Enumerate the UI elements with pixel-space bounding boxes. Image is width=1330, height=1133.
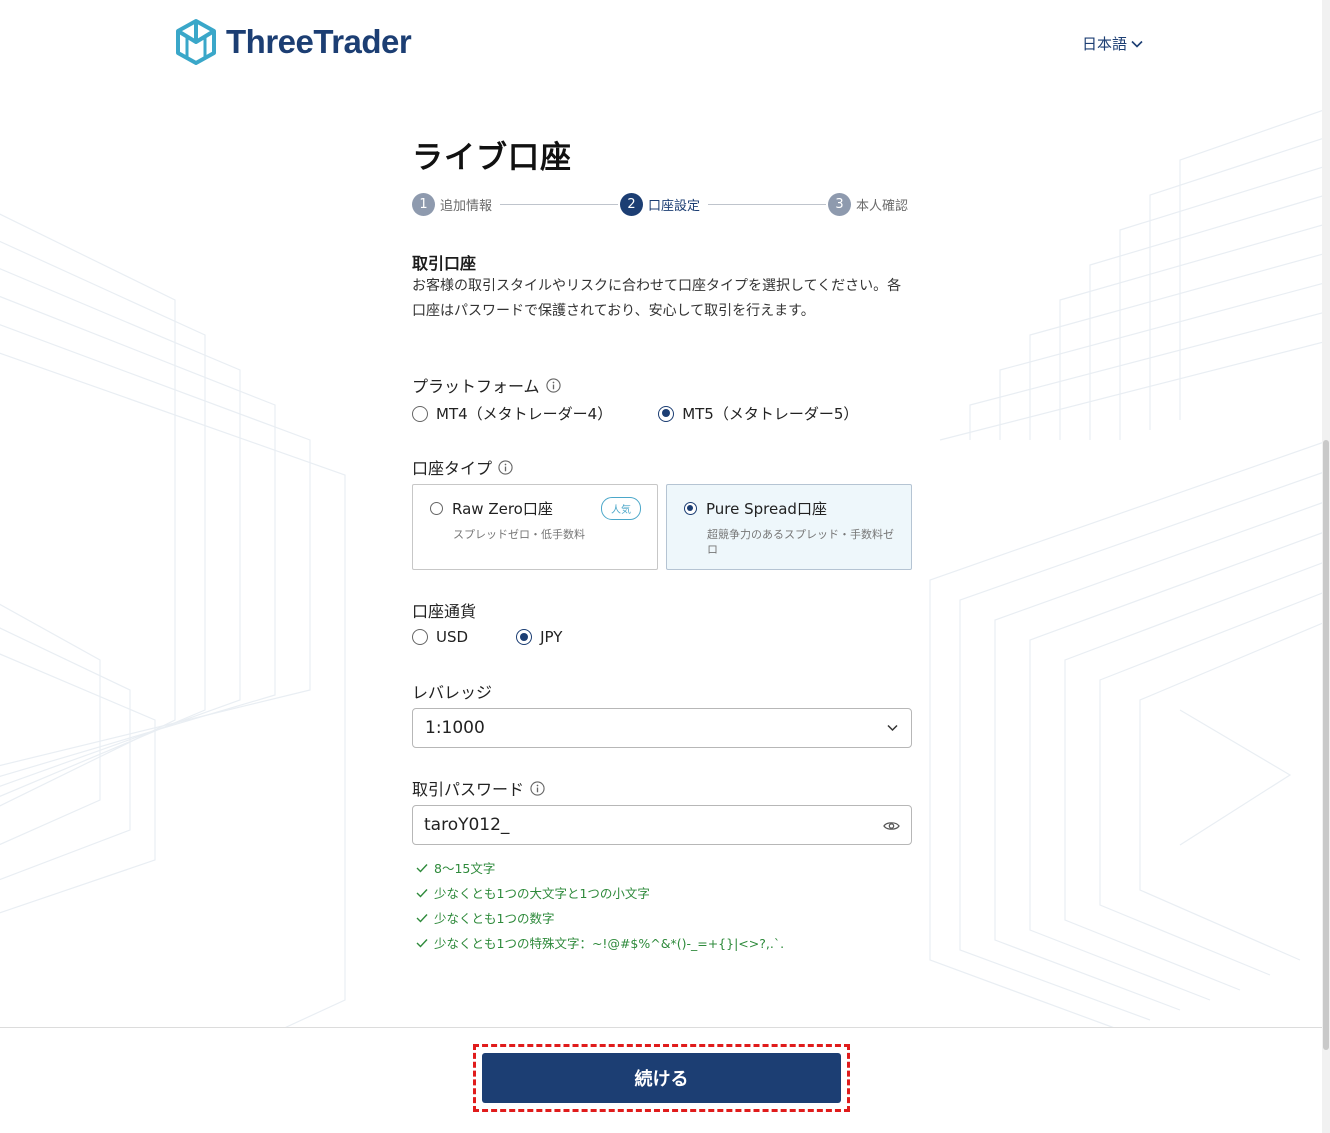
brand-name: ThreeTrader — [226, 23, 412, 60]
info-icon[interactable] — [545, 377, 561, 393]
currency-label: 口座通貨 — [412, 598, 476, 622]
radio-mt5[interactable] — [658, 405, 675, 422]
account-card-raw-zero[interactable]: Raw Zero口座 人気 スプレッドゼロ・低手数料 — [412, 484, 658, 570]
password-rule-text: 少なくとも1つの特殊文字：~!@#$%^&*()-_=+{}|<>?,.`. — [434, 936, 785, 951]
info-icon[interactable] — [530, 780, 545, 796]
password-label-text: 取引パスワード — [412, 780, 525, 799]
platform-options: MT4（メタトレーダー4） MT5（メタトレーダー5） — [412, 403, 858, 424]
platform-label: プラットフォーム — [412, 373, 561, 397]
password-rules: 8～15文字 少なくとも1つの大文字と1つの小文字 少なくとも1つの数字 少なく… — [416, 855, 784, 955]
leverage-label-text: レバレッジ — [412, 683, 493, 702]
radio-raw-zero[interactable] — [430, 502, 443, 515]
radio-jpy[interactable] — [516, 629, 533, 645]
check-icon — [416, 938, 428, 948]
platform-option-label: MT5（メタトレーダー5） — [682, 405, 859, 423]
radio-usd[interactable] — [412, 629, 428, 645]
step-number: 3 — [828, 193, 851, 216]
step-label: 追加情報 — [440, 199, 493, 214]
page-scrollbar[interactable] — [1322, 0, 1330, 1133]
password-rule-text: 8～15文字 — [434, 861, 496, 876]
step-3[interactable]: 3 本人確認 — [828, 193, 909, 216]
password-input[interactable] — [412, 805, 912, 845]
language-selector[interactable]: 日本語 — [1082, 33, 1143, 54]
platform-option-mt5[interactable]: MT5（メタトレーダー5） — [658, 403, 858, 424]
card-header: Pure Spread口座 — [684, 498, 827, 519]
platform-option-label: MT4（メタトレーダー4） — [436, 405, 613, 423]
leverage-label: レバレッジ — [412, 679, 492, 703]
account-type-label: 口座タイプ — [412, 455, 513, 479]
platform-option-mt4[interactable]: MT4（メタトレーダー4） — [412, 403, 612, 424]
card-title: Pure Spread口座 — [706, 500, 827, 518]
step-number: 1 — [412, 193, 435, 216]
card-description: 超競争力のあるスプレッド・手数料ゼロ — [707, 528, 894, 556]
footer: 続ける — [0, 1027, 1322, 1133]
check-icon — [416, 888, 428, 898]
continue-highlight: 続ける — [473, 1044, 850, 1112]
trading-account-title: 取引口座 — [412, 254, 477, 273]
account-card-pure-spread[interactable]: Pure Spread口座 超競争力のあるスプレッド・手数料ゼロ — [666, 484, 912, 570]
chevron-down-icon — [887, 724, 898, 732]
page-title: ライブ口座 — [412, 140, 572, 176]
currency-option-usd[interactable]: USD — [412, 628, 468, 646]
step-1[interactable]: 1 追加情報 — [412, 193, 493, 216]
password-rule: 少なくとも1つの特殊文字：~!@#$%^&*()-_=+{}|<>?,.`. — [416, 930, 784, 955]
card-header: Raw Zero口座 — [430, 498, 553, 519]
leverage-value: 1:1000 — [425, 718, 485, 738]
account-form: ライブ口座 1 追加情報 2 口座設定 3 本人確認 取引口座 お客様の取引スタ… — [412, 110, 912, 951]
currency-option-label: USD — [436, 628, 469, 646]
step-connector — [500, 204, 618, 205]
account-type-label-text: 口座タイプ — [412, 459, 493, 478]
header: ThreeTrader 日本語 — [0, 0, 1322, 85]
radio-pure-spread[interactable] — [684, 502, 697, 515]
card-title: Raw Zero口座 — [452, 500, 553, 518]
currency-label-text: 口座通貨 — [412, 602, 477, 621]
card-description: スプレッドゼロ・低手数料 — [453, 528, 585, 541]
step-label: 口座設定 — [648, 199, 701, 214]
step-2[interactable]: 2 口座設定 — [620, 193, 701, 216]
info-icon[interactable] — [498, 459, 513, 475]
chevron-down-icon — [1131, 40, 1143, 48]
currency-option-label: JPY — [540, 628, 563, 646]
language-label: 日本語 — [1082, 35, 1128, 53]
currency-options: USD JPY — [412, 628, 562, 646]
platform-label-text: プラットフォーム — [412, 377, 540, 396]
password-rule: 少なくとも1つの大文字と1つの小文字 — [416, 880, 784, 905]
leverage-select[interactable]: 1:1000 — [412, 708, 912, 748]
password-rule: 少なくとも1つの数字 — [416, 905, 784, 930]
scrollbar-thumb[interactable] — [1323, 440, 1329, 1050]
cube-logo-icon — [176, 19, 216, 65]
password-rule: 8～15文字 — [416, 855, 784, 880]
step-number: 2 — [620, 193, 643, 216]
trading-account-description: お客様の取引スタイルやリスクに合わせて口座タイプを選択してください。各口座はパス… — [412, 278, 902, 319]
password-rule-text: 少なくとも1つの大文字と1つの小文字 — [434, 886, 650, 901]
currency-option-jpy[interactable]: JPY — [516, 628, 562, 646]
brand-logo[interactable]: ThreeTrader — [174, 18, 412, 66]
password-label: 取引パスワード — [412, 776, 545, 800]
continue-button[interactable]: 続ける — [482, 1053, 841, 1103]
eye-icon[interactable] — [883, 820, 900, 832]
step-label: 本人確認 — [856, 199, 909, 214]
password-rule-text: 少なくとも1つの数字 — [434, 911, 555, 926]
check-icon — [416, 863, 428, 873]
popular-badge: 人気 — [601, 497, 641, 520]
stepper: 1 追加情報 2 口座設定 3 本人確認 — [412, 193, 912, 219]
step-connector — [708, 204, 826, 205]
check-icon — [416, 913, 428, 923]
radio-mt4[interactable] — [412, 405, 428, 422]
